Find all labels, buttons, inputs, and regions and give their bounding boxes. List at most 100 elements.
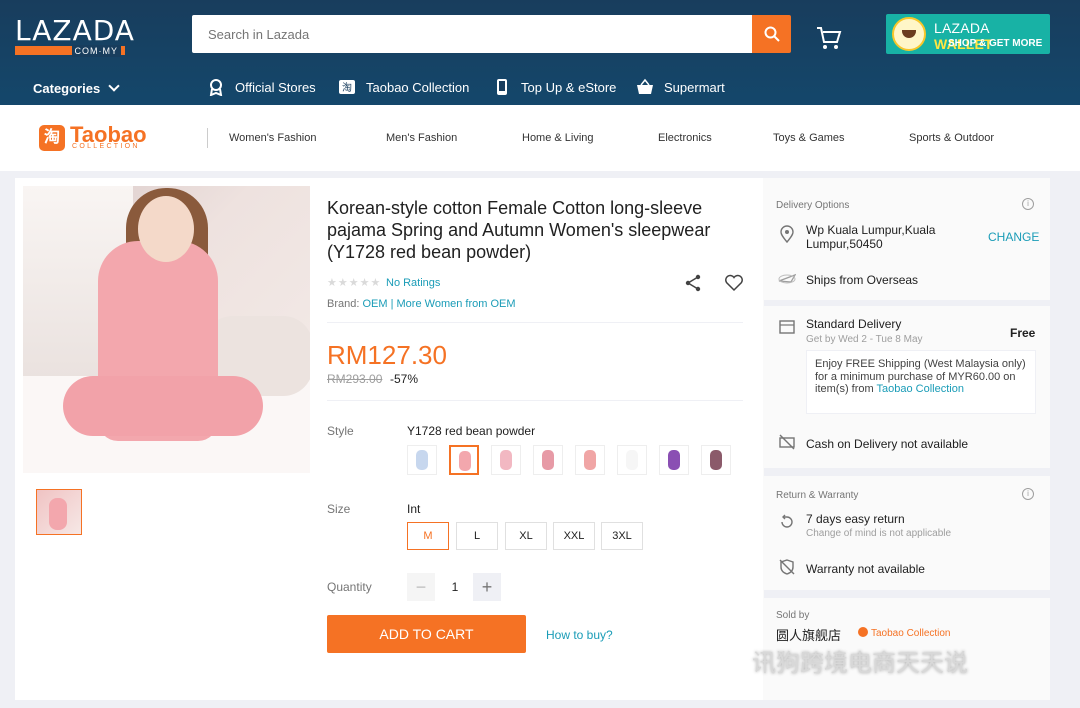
style-swatch-selected[interactable] bbox=[449, 445, 479, 475]
nav-taobao-collection[interactable]: 淘 Taobao Collection bbox=[338, 78, 469, 96]
change-location-link[interactable]: CHANGE bbox=[988, 230, 1039, 244]
nav-top-up[interactable]: Top Up & eStore bbox=[493, 78, 616, 96]
taobao-logo-icon: 淘 bbox=[39, 125, 65, 151]
size-option-3xl[interactable]: 3XL bbox=[601, 522, 643, 550]
size-label: Size bbox=[327, 502, 351, 516]
nav-official-stores[interactable]: Official Stores bbox=[207, 78, 316, 96]
search-button[interactable] bbox=[752, 15, 791, 53]
category-electronics[interactable]: Electronics bbox=[658, 132, 712, 144]
chevron-down-icon bbox=[108, 80, 120, 92]
rating-stars: ★★★★★ bbox=[327, 277, 382, 289]
wallet-mascot-icon bbox=[892, 17, 926, 51]
category-womens-fashion[interactable]: Women's Fashion bbox=[229, 132, 317, 144]
wallet-subtitle: SHOP & GET MORE bbox=[948, 38, 1043, 49]
categories-dropdown[interactable]: Categories bbox=[33, 80, 120, 96]
badge-icon bbox=[209, 79, 223, 96]
style-swatch[interactable] bbox=[491, 445, 521, 475]
style-label: Style bbox=[327, 424, 354, 438]
quantity-decrease-button[interactable]: − bbox=[407, 573, 435, 601]
logo-text: LAZADA bbox=[15, 14, 135, 47]
style-swatch[interactable] bbox=[617, 445, 647, 475]
free-shipping-note: Enjoy FREE Shipping (West Malaysia only)… bbox=[806, 350, 1036, 414]
divider bbox=[764, 300, 1050, 306]
quantity-input[interactable]: 1 bbox=[445, 580, 465, 594]
taobao-logo-sub: COLLECTION bbox=[72, 143, 140, 150]
cash-on-delivery: Cash on Delivery not available bbox=[806, 437, 969, 451]
share-icon[interactable] bbox=[684, 274, 702, 292]
quantity-increase-button[interactable]: + bbox=[473, 573, 501, 601]
product-thumbnail[interactable] bbox=[36, 489, 82, 535]
seller-badge: Taobao Collection bbox=[858, 627, 951, 639]
add-to-cart-button[interactable]: ADD TO CART bbox=[327, 615, 526, 653]
watermark: 讯狗跨境电商天天说 bbox=[752, 649, 968, 677]
product-title: Korean-style cotton Female Cotton long-s… bbox=[327, 198, 711, 262]
divider bbox=[764, 590, 1050, 598]
location-pin-icon bbox=[780, 225, 794, 243]
style-swatch[interactable] bbox=[701, 445, 731, 475]
heart-icon[interactable] bbox=[724, 274, 744, 292]
delivery-location: Wp Kuala Lumpur,Kuala Lumpur,50450 bbox=[806, 223, 936, 251]
package-icon bbox=[779, 320, 795, 334]
style-swatch[interactable] bbox=[659, 445, 689, 475]
style-swatch[interactable] bbox=[575, 445, 605, 475]
style-swatch[interactable] bbox=[533, 445, 563, 475]
lazada-logo[interactable]: LAZADA COM·MY bbox=[15, 14, 135, 57]
divider bbox=[207, 128, 208, 148]
phone-icon bbox=[497, 79, 507, 95]
quantity-label: Quantity bbox=[327, 580, 372, 594]
search-icon bbox=[764, 26, 780, 42]
logo-underline: COM·MY bbox=[15, 45, 125, 57]
divider bbox=[327, 322, 743, 323]
return-icon bbox=[781, 514, 793, 528]
category-sports-outdoor[interactable]: Sports & Outdoor bbox=[909, 132, 994, 144]
ratings-link[interactable]: No Ratings bbox=[386, 277, 440, 289]
delivery-estimate: Get by Wed 2 - Tue 8 May bbox=[806, 334, 923, 345]
logo-sub-text: COM·MY bbox=[71, 45, 121, 57]
cash-disabled-icon bbox=[779, 434, 795, 450]
plane-icon bbox=[778, 273, 796, 284]
divider bbox=[764, 468, 1050, 476]
warranty: Warranty not available bbox=[806, 562, 925, 576]
delivery-options-header: Delivery Options bbox=[776, 200, 850, 211]
nav-label: Official Stores bbox=[235, 79, 316, 95]
info-icon[interactable]: i bbox=[1022, 488, 1034, 500]
search-input[interactable] bbox=[192, 15, 752, 53]
return-warranty-header: Return & Warranty bbox=[776, 490, 859, 501]
sold-by-label: Sold by bbox=[776, 610, 810, 621]
brand-link[interactable]: OEM bbox=[362, 298, 387, 310]
nav-label: Top Up & eStore bbox=[521, 79, 617, 95]
nav-label: Supermart bbox=[664, 79, 725, 95]
brand-line: Brand: OEM | More Women from OEM bbox=[327, 298, 516, 310]
info-icon[interactable]: i bbox=[1022, 198, 1034, 210]
nav-supermart[interactable]: Supermart bbox=[636, 78, 725, 96]
size-system: Int bbox=[407, 502, 421, 516]
style-value: Y1728 red bean powder bbox=[407, 424, 536, 438]
svg-text:淘: 淘 bbox=[342, 81, 352, 94]
size-option-xl[interactable]: XL bbox=[505, 522, 547, 550]
taobao-badge-icon bbox=[858, 627, 868, 637]
product-image[interactable] bbox=[23, 186, 310, 473]
divider bbox=[327, 400, 743, 401]
size-option-xxl[interactable]: XXL bbox=[553, 522, 595, 550]
lazada-wallet-banner[interactable]: LAZADA WALLET SHOP & GET MORE bbox=[886, 14, 1050, 54]
size-option-m[interactable]: M bbox=[407, 522, 449, 550]
taobao-icon: 淘 bbox=[339, 80, 355, 94]
standard-delivery: Standard Delivery bbox=[806, 317, 902, 331]
more-from-brand-link[interactable]: | More Women from OEM bbox=[391, 298, 516, 310]
warranty-disabled-icon bbox=[779, 559, 795, 575]
original-price: RM293.00 bbox=[327, 372, 383, 386]
category-mens-fashion[interactable]: Men's Fashion bbox=[386, 132, 457, 144]
how-to-buy-link[interactable]: How to buy? bbox=[546, 628, 613, 642]
seller-name[interactable]: 圆人旗舰店 bbox=[776, 625, 841, 644]
easy-return: 7 days easy return bbox=[806, 512, 905, 526]
delivery-fee: Free bbox=[1010, 326, 1036, 340]
size-option-l[interactable]: L bbox=[456, 522, 498, 550]
cart-icon[interactable] bbox=[816, 26, 842, 50]
search-box bbox=[192, 15, 752, 53]
discount-badge: -57% bbox=[390, 372, 419, 386]
category-home-living[interactable]: Home & Living bbox=[522, 132, 594, 144]
taobao-collection-link[interactable]: Taobao Collection bbox=[877, 383, 964, 395]
top-header: LAZADA COM·MY LAZADA WALLET SHOP & GET M… bbox=[0, 0, 1080, 105]
category-toys-games[interactable]: Toys & Games bbox=[773, 132, 845, 144]
style-swatch[interactable] bbox=[407, 445, 437, 475]
